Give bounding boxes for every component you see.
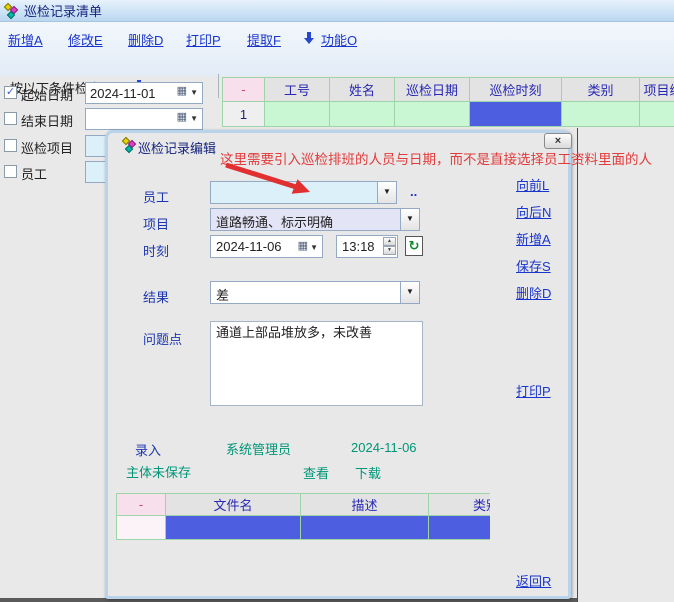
column-header[interactable]: 描述	[301, 493, 429, 516]
filter-row-end-date: 结束日期 ▦ ▼	[0, 108, 222, 132]
table-cell[interactable]	[265, 102, 330, 127]
employee-more-button[interactable]: ..	[410, 184, 417, 199]
nav-save-button[interactable]: 保存S	[516, 256, 551, 275]
dialog-title: 巡检记录编辑	[138, 138, 216, 157]
project-combobox[interactable]: 道路畅通、标示明确 ▼	[210, 208, 420, 231]
entry-user: 系统管理员	[226, 439, 291, 458]
refresh-time-icon[interactable]: ↻	[405, 236, 423, 256]
project-value: 道路畅通、标示明确	[216, 215, 333, 230]
toolbar-print-button[interactable]: 打印P	[186, 30, 221, 49]
calendar-icon[interactable]: ▦	[298, 240, 308, 253]
table-cell[interactable]	[116, 516, 166, 540]
column-header[interactable]: 巡检时刻	[470, 77, 562, 102]
close-icon[interactable]: ×	[544, 133, 572, 149]
start-date-checkbox[interactable]: ✓	[4, 86, 17, 99]
column-header[interactable]: 巡检日期	[395, 77, 470, 102]
table-row: 1	[222, 102, 674, 127]
table-cell-selected[interactable]	[429, 516, 490, 540]
app-icon	[4, 3, 20, 19]
time-value: 13:18	[342, 239, 375, 254]
column-header[interactable]: 工号	[265, 77, 330, 102]
nav-add-button[interactable]: 新增A	[516, 229, 551, 248]
entry-label: 录入	[135, 440, 161, 459]
project-label: 巡检项目	[21, 138, 73, 157]
toolbar-add-button[interactable]: 新增A	[8, 30, 43, 49]
row-number-cell[interactable]: 1	[222, 102, 265, 127]
start-date-label: 起始日期	[21, 85, 73, 104]
panel-divider	[577, 128, 578, 602]
column-header[interactable]: 姓名	[330, 77, 395, 102]
spin-down-icon[interactable]: ▼	[383, 246, 396, 255]
toolbar-delete-button[interactable]: 删除D	[128, 30, 163, 49]
attachment-table: - 文件名 描述 类别	[116, 493, 490, 541]
calendar-icon[interactable]: ▦	[177, 85, 187, 98]
back-button[interactable]: 返回R	[516, 571, 551, 590]
date-value: 2024-11-06	[216, 239, 282, 254]
table-cell-selected[interactable]	[166, 516, 301, 540]
employee-checkbox[interactable]	[4, 165, 17, 178]
end-date-label: 结束日期	[21, 111, 73, 130]
column-header[interactable]: 类别	[429, 493, 490, 516]
annotation-arrow	[220, 159, 320, 204]
column-header[interactable]: 项目编号	[640, 77, 674, 102]
project-field-label: 项目	[143, 214, 169, 233]
download-button[interactable]: 下载	[355, 463, 381, 482]
chevron-down-icon[interactable]: ▼	[190, 88, 198, 97]
down-arrow-icon	[303, 31, 315, 46]
chevron-down-icon[interactable]: ▼	[377, 182, 396, 203]
time-field-label: 时刻	[143, 241, 169, 260]
chevron-down-icon[interactable]: ▼	[310, 243, 318, 252]
table-cell[interactable]	[395, 102, 470, 127]
status-text: 主体未保存	[126, 462, 191, 481]
table-cell[interactable]	[330, 102, 395, 127]
table-cell-selected[interactable]	[470, 102, 562, 127]
result-combobox[interactable]: 差 ▼	[210, 281, 420, 304]
dialog-icon	[122, 137, 138, 153]
problem-field-label: 问题点	[143, 329, 182, 348]
end-date-checkbox[interactable]	[4, 112, 17, 125]
filter-row-start-date: ✓ 起始日期 2024-11-01 ▦ ▼	[0, 82, 222, 106]
nav-delete-button[interactable]: 删除D	[516, 283, 551, 302]
print-button[interactable]: 打印P	[516, 381, 551, 400]
project-checkbox[interactable]	[4, 139, 17, 152]
problem-textarea[interactable]: 通道上部品堆放多，未改善	[210, 321, 423, 406]
table-cell[interactable]	[562, 102, 640, 127]
edit-record-dialog: 巡检记录编辑 × 这里需要引入巡检排班的人员与日期，而不是直接选择员工资料里面的…	[105, 130, 571, 599]
column-header[interactable]: -	[116, 493, 166, 516]
records-table-header: - 工号 姓名 巡检日期 巡检时刻 类别 项目编号	[222, 77, 674, 102]
table-row	[116, 516, 490, 540]
time-spinner[interactable]: ▲▼	[383, 237, 396, 256]
window-title: 巡检记录清单	[24, 1, 102, 20]
table-cell[interactable]	[640, 102, 674, 127]
spin-up-icon[interactable]: ▲	[383, 237, 396, 246]
employee-field-label: 员工	[143, 187, 169, 206]
toolbar-extract-button[interactable]: 提取F	[247, 30, 281, 49]
records-table: - 工号 姓名 巡检日期 巡检时刻 类别 项目编号 1	[222, 77, 674, 128]
table-cell-selected[interactable]	[301, 516, 429, 540]
toolbar-edit-button[interactable]: 修改E	[68, 30, 103, 49]
chevron-down-icon[interactable]: ▼	[400, 209, 419, 230]
nav-next-button[interactable]: 向后N	[516, 202, 551, 221]
attachment-table-header: - 文件名 描述 类别	[116, 493, 490, 516]
chevron-down-icon[interactable]: ▼	[190, 114, 198, 123]
column-header[interactable]: 文件名	[166, 493, 301, 516]
view-button[interactable]: 查看	[303, 463, 329, 482]
main-toolbar: 新增A 修改E 删除D 打印P 提取F 功能O 按以下条件检索 日期	[0, 22, 674, 76]
column-header[interactable]: 类别	[562, 77, 640, 102]
column-header[interactable]: -	[222, 77, 265, 102]
toolbar-functions-button[interactable]: 功能O	[321, 30, 357, 49]
result-field-label: 结果	[143, 287, 169, 306]
employee-label: 员工	[21, 164, 47, 183]
calendar-icon[interactable]: ▦	[177, 111, 187, 124]
entry-date: 2024-11-06	[351, 440, 417, 455]
result-value: 差	[216, 288, 229, 303]
window-titlebar: 巡检记录清单	[0, 0, 674, 22]
nav-previous-button[interactable]: 向前L	[516, 175, 549, 194]
time-stepper[interactable]: 13:18 ▲▼	[336, 235, 398, 258]
date-picker[interactable]: 2024-11-06 ▦ ▼	[210, 235, 323, 258]
chevron-down-icon[interactable]: ▼	[400, 282, 419, 303]
